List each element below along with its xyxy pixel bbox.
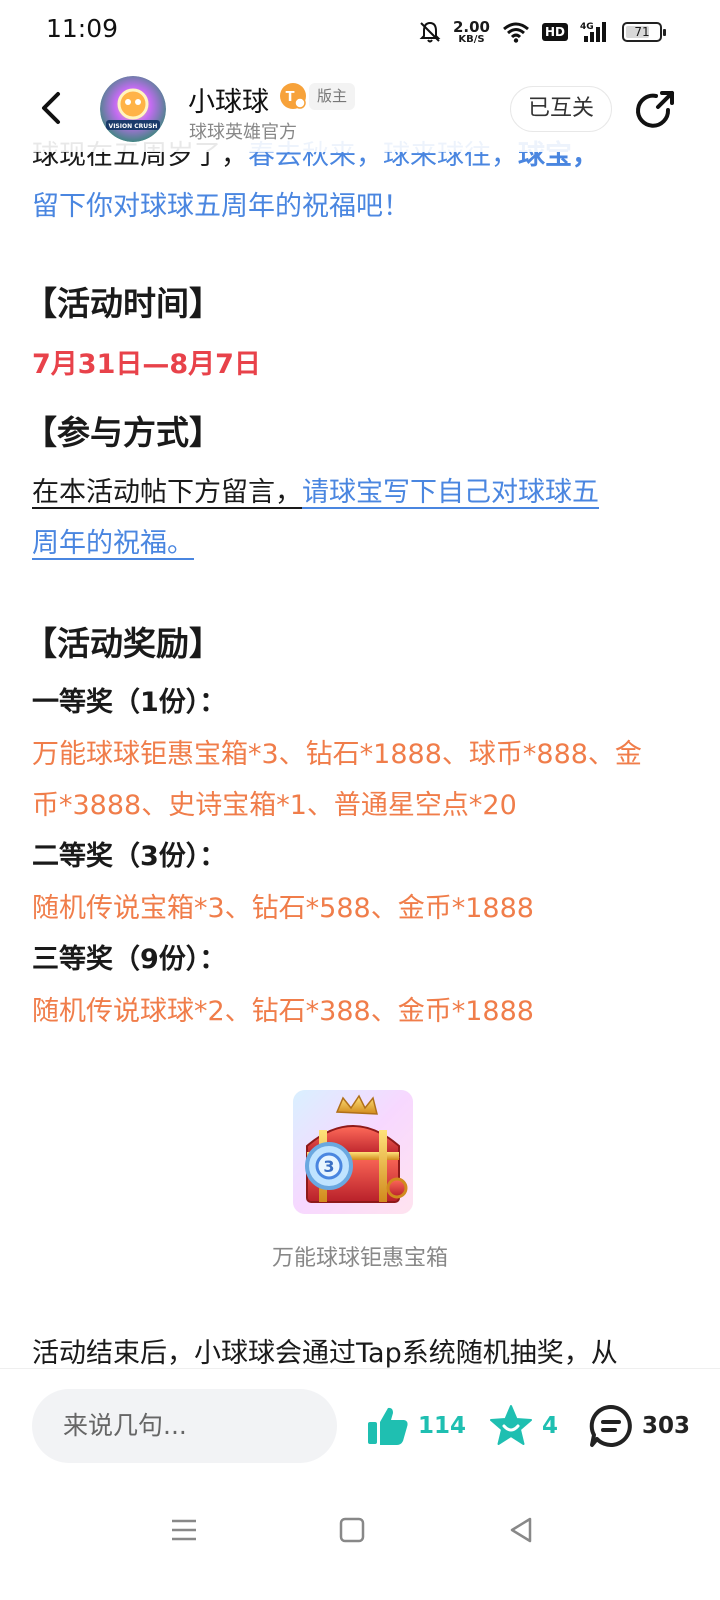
net-speed-value: 2.00 [452,17,490,36]
join-link-cont[interactable]: 周年的祝福。 [32,518,692,569]
prize-2-line: 随机传说宝箱*3、钻石*588、金币*1888 [32,893,534,924]
status-icons: 2.00 KB/S HD 4G 71 [419,16,666,48]
favorite-count: 4 [542,1413,559,1439]
back-nav-icon[interactable] [502,1510,542,1550]
outro-text: 活动结束后，小球球会通过 [32,1338,356,1369]
comment-input[interactable]: 来说几句... [32,1389,337,1463]
mute-bell-icon [419,21,441,43]
status-time: 11:09 [46,14,119,43]
net-speed: 2.00 KB/S [452,17,490,45]
menu-nav-icon[interactable] [164,1510,204,1550]
like-count: 114 [418,1413,467,1439]
status-bar: 11:09 2.00 KB/S HD 4G 71 [0,0,720,62]
battery-icon: 71 [622,22,666,42]
share-button[interactable] [632,88,678,134]
join-instruction: 在本活动帖下方留言， [32,477,302,508]
outro-suffix: ，从 [563,1338,618,1369]
signal-icon: 4G [580,22,606,42]
prize-2-title: 二等奖（3份）： [32,841,227,872]
section-title-reward: 【活动奖励】 [24,624,222,663]
share-icon [636,91,674,128]
hd-badge: HD [541,23,568,41]
comment-bubble-icon [589,1404,632,1447]
post-header: VISION CRUSH 小球球 T 版主 球球英雄官方 已互关 [0,62,720,152]
section-title-participation: 【参与方式】 [24,413,222,452]
favorite-button[interactable]: 4 [488,1399,558,1453]
author-name[interactable]: 小球球 [188,80,269,119]
system-nav-bar [0,1488,720,1600]
favorite-star-icon [490,1405,532,1445]
level-badge-icon: T [280,83,306,109]
prize-3-title: 三等奖（9份）： [32,944,227,975]
prize-1-line-1: 万能球球钜惠宝箱*3、钻石*1888、球币*888、金 [32,739,642,770]
comment-button[interactable]: 303 [588,1399,690,1453]
section-title-time: 【活动时间】 [24,284,222,323]
prize-1-line-2: 币*3888、史诗宝箱*1、普通星空点*20 [32,790,517,821]
back-button[interactable] [32,86,72,130]
wifi-icon [503,22,529,43]
event-date-range: 7月31日—8月7日 [32,349,261,380]
svg-text:T: T [286,90,295,105]
like-thumb-icon [368,1407,408,1445]
role-badge: 版主 [309,83,356,110]
mutual-follow-button[interactable]: 已互关 [510,86,612,132]
treasure-chest-image[interactable]: 3 [293,1090,413,1214]
svg-text:3: 3 [323,1157,334,1176]
home-nav-icon[interactable] [332,1510,372,1550]
back-arrow-icon [42,92,60,124]
prize-1-title: 一等奖（1份）： [32,687,227,718]
join-link[interactable]: 请球宝写下自己对球球五 [302,477,599,508]
network-type: 4G [580,22,594,32]
like-button[interactable]: 114 [366,1399,466,1453]
author-avatar[interactable]: VISION CRUSH [100,76,166,142]
outro-link[interactable]: Tap系统随机抽奖 [356,1338,564,1369]
net-speed-unit: KB/S [458,33,485,45]
join-line-1[interactable]: 在本活动帖下方留言，请球宝写下自己对球球五 [32,467,692,518]
article-body: 球现在五周岁了，春去秋来，球来球往，球宝， 留下你对球球五周年的祝福吧！ 【活动… [24,130,692,1037]
bottom-action-bar: 来说几句... 114 4 303 [0,1368,720,1488]
prize-3-line: 随机传说球球*2、钻石*388、金币*1888 [32,996,534,1027]
comment-count: 303 [642,1413,691,1439]
avatar-logo-text: VISION CRUSH [109,123,158,130]
author-subtitle: 球球英雄官方 [189,122,297,143]
image-caption: 万能球球钜惠宝箱 [271,1246,448,1271]
intro-line-2: 留下你对球球五周年的祝福吧！ [32,191,410,222]
battery-level: 71 [634,25,650,39]
